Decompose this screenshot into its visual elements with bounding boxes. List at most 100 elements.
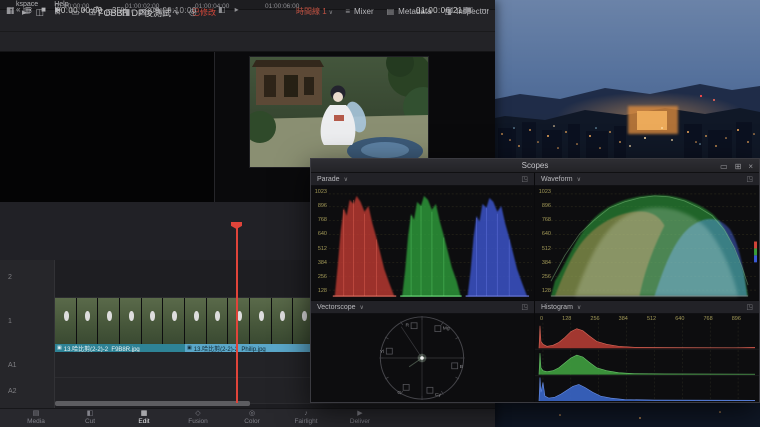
- page-tab-label: Fusion: [188, 418, 208, 425]
- timeline-clip[interactable]: ▣ 13.哈比剪(2-2)-2_Philip.jpg: [185, 298, 315, 352]
- expand-icon[interactable]: ◳: [746, 175, 753, 183]
- page-tab-label: Color: [244, 418, 260, 425]
- clip-thumbnail: [228, 298, 251, 344]
- scope-level-label: 128: [541, 287, 551, 294]
- transport-button-icon[interactable]: «: [16, 5, 20, 14]
- screen: kspace Help ◧ ▥ FOBBR DP後測試 已修改 ≡ Mixer ▤ …: [0, 0, 760, 427]
- edit-tool-icon[interactable]: ◫: [36, 7, 45, 18]
- clip-thumbnail: [185, 298, 207, 344]
- parade-header: Parade ∨ ◳: [311, 173, 534, 186]
- chevron-down-icon[interactable]: ∨: [577, 304, 581, 311]
- scope-level-label: 1023: [314, 189, 327, 195]
- page-tab-label: Media: [27, 418, 45, 425]
- waveform-level-labels: 1023 896 768 640 512 384 256 128: [537, 189, 551, 294]
- vectorscope-target-r: R: [406, 323, 410, 329]
- scope-level-label: 512: [646, 316, 657, 322]
- playhead-line[interactable]: [236, 224, 238, 403]
- page-tab-label: Fairlight: [294, 418, 318, 425]
- ruler-timecode-label: 01:00:06:00: [265, 3, 300, 10]
- scope-level-label: 768: [703, 316, 713, 322]
- track-label-a1[interactable]: A1: [8, 362, 17, 369]
- panel-button[interactable]: ≡ Mixer: [345, 7, 373, 16]
- page-tab-icon: ▤: [32, 410, 40, 417]
- panel-button-icon: ▤: [386, 6, 395, 16]
- transport-option-icon[interactable]: ▦: [462, 5, 470, 14]
- vectorscope-header: Vectorscope ∨ ◳: [311, 301, 534, 314]
- parade-canvas: 1023 896 768 640 512 384 256 128: [311, 186, 534, 300]
- parade-scope: Parade ∨ ◳ 1023 896 768 640 512 384 256 …: [311, 173, 535, 301]
- window-control-icon[interactable]: ▭: [720, 162, 728, 171]
- scopes-window-title: Scopes: [521, 161, 549, 170]
- expand-icon[interactable]: ◳: [746, 303, 753, 311]
- scopes-grid: Parade ∨ ◳ 1023 896 768 640 512 384 256 …: [311, 173, 759, 402]
- clip-thumbnail: [163, 298, 185, 344]
- scopes-window-header[interactable]: Scopes ▭ ⊞ ×: [311, 159, 759, 173]
- page-tab[interactable]: ▤ Media: [14, 410, 58, 426]
- scope-level-label: 768: [317, 217, 327, 224]
- timeline-clip[interactable]: ▣ 13.哈比剪(2-2)-2_F9B8R.jpg: [55, 298, 185, 352]
- chevron-down-icon[interactable]: ∨: [577, 176, 581, 183]
- scope-level-label: 640: [675, 316, 685, 322]
- page-tab-icon: ♪: [304, 410, 308, 417]
- page-tab[interactable]: ◇ Fusion: [176, 410, 220, 426]
- source-viewer: [0, 52, 215, 202]
- histogram-level-labels: 0 128 256 384 512 640 768 896: [540, 316, 741, 322]
- scopes-window-icons: ▭ ⊞ ×: [720, 159, 753, 173]
- expand-icon[interactable]: ◳: [521, 175, 528, 183]
- page-tab[interactable]: ◎ Color: [230, 410, 274, 426]
- transport-right-icons: ▤ ▦ ⋯: [446, 5, 487, 14]
- vectorscope: Vectorscope ∨ ◳ R Mg B Yl G Cy: [311, 301, 535, 402]
- transport-option-icon[interactable]: ⋯: [479, 5, 487, 14]
- vectorscope-target-mg: Mg: [443, 326, 450, 332]
- scope-level-label: 512: [541, 245, 551, 252]
- viewer-toolbar: ▦ ≣ 00:00:00:00 35% ∨ 00:00:10:00 時間線 1 ∨ 0…: [0, 5, 495, 52]
- scopes-window: Scopes ▭ ⊞ × Parade ∨ ◳ 1023 896 768 640…: [310, 158, 760, 403]
- expand-icon[interactable]: ◳: [521, 303, 528, 311]
- clip-name-bar: ▣ 13.哈比剪(2-2)-2_Philip.jpg: [185, 344, 315, 352]
- vectorscope-canvas: R Mg B Yl G Cy: [311, 314, 534, 402]
- playhead-handle[interactable]: [231, 222, 242, 229]
- window-control-icon[interactable]: ×: [748, 162, 753, 171]
- page-tab-label: Cut: [84, 418, 96, 425]
- page-tab-icon: ◇: [195, 410, 201, 417]
- histogram-scope: Histogram ∨ ◳ 0 128 256 384 512 640 768 …: [535, 301, 759, 402]
- clip-thumbnail: [141, 298, 164, 344]
- clip-thumbnail: [206, 298, 229, 344]
- scope-level-label: 384: [541, 259, 551, 266]
- clip-thumbnail: [55, 298, 77, 344]
- page-tab[interactable]: ◧ Cut: [68, 410, 112, 426]
- clip-name-bar: ▣ 13.哈比剪(2-2)-2_F9B8R.jpg: [55, 344, 185, 352]
- transport-option-icon[interactable]: ▤: [446, 5, 454, 14]
- viewer-tool-icon[interactable]: ▦: [6, 5, 15, 16]
- histogram-title[interactable]: Histogram: [541, 304, 573, 311]
- parade-title[interactable]: Parade: [317, 176, 340, 183]
- waveform-scope: Waveform ∨ ◳ 1023 896 768 640 512 384 25…: [535, 173, 759, 301]
- page-tab[interactable]: ▦ Edit: [122, 410, 166, 426]
- scope-level-label: 640: [541, 231, 551, 238]
- parade-level-labels: 1023 896 768 640 512 384 256 128: [313, 189, 327, 294]
- panel-button-label: Mixer: [354, 6, 374, 16]
- chevron-down-icon[interactable]: ∨: [344, 176, 348, 183]
- scope-level-label: 384: [317, 259, 327, 266]
- scope-level-label: 256: [541, 273, 551, 280]
- edit-tool-icon[interactable]: ▸: [22, 7, 27, 18]
- vectorscope-graph: R Mg B Yl G Cy: [379, 315, 465, 401]
- timeline-scrollbar[interactable]: [55, 401, 250, 406]
- track-label-a2[interactable]: A2: [8, 388, 17, 395]
- scope-level-label: 768: [541, 217, 551, 224]
- track-label-v2[interactable]: 2: [8, 274, 12, 281]
- page-tab[interactable]: ▶ Deliver: [338, 410, 382, 426]
- track-label-v1[interactable]: 1: [8, 318, 12, 325]
- clip-thumbnail: [250, 298, 272, 344]
- waveform-title[interactable]: Waveform: [541, 176, 573, 183]
- track-header-column: 2 1 A1 A2: [0, 260, 55, 408]
- window-control-icon[interactable]: ⊞: [735, 162, 742, 171]
- page-tab[interactable]: ♪ Fairlight: [284, 410, 328, 426]
- ruler-timecode-label: 01:00:00:00: [55, 3, 90, 10]
- scope-level-label: 256: [590, 316, 600, 322]
- chevron-down-icon[interactable]: ∨: [360, 304, 364, 311]
- chevron-down-icon: ∨: [328, 10, 334, 16]
- clip-thumbnail: [98, 298, 121, 344]
- vectorscope-title[interactable]: Vectorscope: [317, 304, 356, 311]
- page-tab-label: Edit: [138, 418, 150, 425]
